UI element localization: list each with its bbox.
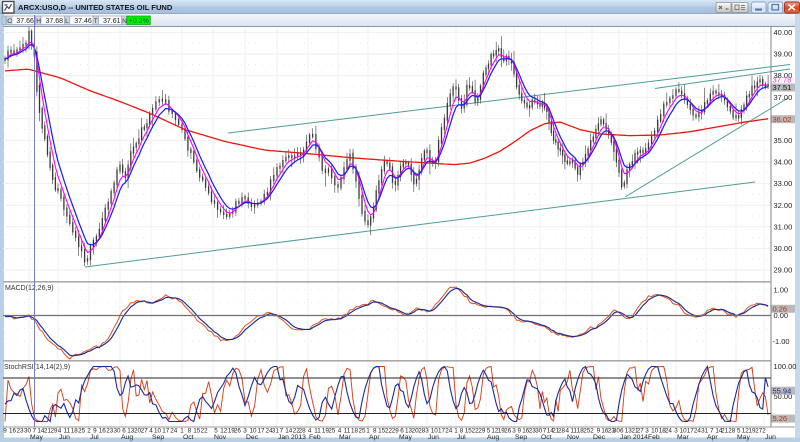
svg-text:Oct: Oct [541, 434, 552, 441]
svg-text:18: 18 [351, 428, 359, 435]
svg-text:May: May [737, 434, 750, 441]
svg-text:34.00: 34.00 [774, 158, 793, 167]
svg-text:May: May [30, 434, 43, 441]
svg-text:29: 29 [478, 428, 486, 435]
svg-text:30: 30 [113, 428, 121, 435]
svg-text:36.02: 36.02 [773, 115, 792, 124]
svg-text:Aug: Aug [487, 434, 499, 441]
svg-text:55.94: 55.94 [773, 386, 792, 395]
svg-text:-1.00: -1.00 [773, 337, 790, 346]
svg-text:23: 23 [16, 428, 24, 435]
svg-text:25: 25 [78, 428, 86, 435]
svg-text:Nov: Nov [567, 434, 580, 441]
svg-text:31.00: 31.00 [774, 222, 793, 231]
svg-text:T: T [94, 18, 98, 25]
svg-text:Jan 2014: Jan 2014 [620, 434, 648, 441]
svg-text:26: 26 [234, 428, 242, 435]
svg-text:O: O [7, 18, 12, 25]
svg-text:MACD(12,26,9): MACD(12,26,9) [5, 285, 54, 292]
svg-text:26: 26 [504, 428, 512, 435]
svg-text:37.68: 37.68 [45, 18, 63, 25]
svg-text:Jun: Jun [765, 434, 776, 441]
svg-text:39.00: 39.00 [774, 50, 793, 59]
svg-text:Sep: Sep [515, 434, 527, 441]
svg-text:Jan 2013: Jan 2013 [278, 434, 306, 441]
svg-text:0.26: 0.26 [773, 304, 788, 313]
svg-text:1.00: 1.00 [774, 285, 789, 294]
svg-text:Dec: Dec [593, 434, 606, 441]
svg-text:28: 28 [728, 428, 736, 435]
svg-text:28: 28 [558, 428, 566, 435]
svg-text:May: May [399, 434, 412, 441]
svg-text:17: 17 [257, 428, 265, 435]
svg-text:Jun: Jun [428, 434, 439, 441]
svg-text:5.26: 5.26 [773, 414, 788, 423]
svg-text:StochRSI(14,14(2),9): StochRSI(14,14(2),9) [4, 364, 70, 371]
svg-text:Apr: Apr [369, 434, 380, 441]
svg-text:Jul: Jul [90, 434, 99, 441]
svg-text:29.00: 29.00 [774, 266, 793, 275]
svg-text:37.66: 37.66 [16, 18, 34, 25]
svg-text:37.51: 37.51 [773, 83, 792, 92]
svg-text:18: 18 [71, 428, 79, 435]
svg-text:24: 24 [665, 428, 673, 435]
svg-text:40.00: 40.00 [774, 28, 793, 37]
svg-text:35.00: 35.00 [774, 136, 793, 145]
svg-text:Mar: Mar [339, 434, 351, 441]
svg-text:Apr: Apr [707, 434, 718, 441]
svg-text:Sep: Sep [152, 434, 164, 441]
svg-text:Nov: Nov [214, 434, 227, 441]
svg-text:Feb: Feb [309, 434, 321, 441]
svg-text:33.00: 33.00 [774, 179, 793, 188]
svg-text:9: 9 [3, 428, 7, 435]
svg-text:100.00: 100.00 [774, 362, 797, 371]
svg-text:25: 25 [358, 428, 366, 435]
svg-text:16: 16 [9, 428, 17, 435]
svg-text:32.00: 32.00 [774, 201, 793, 210]
svg-text:22: 22 [201, 428, 209, 435]
svg-text:N: N [122, 18, 127, 25]
svg-text:Mar: Mar [677, 434, 689, 441]
svg-text:37.00: 37.00 [774, 93, 793, 102]
svg-text:Feb: Feb [648, 434, 660, 441]
svg-text:37.46: 37.46 [74, 18, 92, 25]
svg-text:16: 16 [99, 428, 107, 435]
svg-text:24: 24 [170, 428, 178, 435]
svg-text:25: 25 [328, 428, 336, 435]
svg-text:ARCX:USO,D -- UNITED STATES OI: ARCX:USO,D -- UNITED STATES OIL FUND [18, 3, 173, 12]
svg-text:37.61: 37.61 [103, 18, 121, 25]
svg-text:L: L [65, 18, 69, 25]
svg-text:+0.2%: +0.2% [129, 18, 149, 25]
svg-text:Aug: Aug [121, 434, 133, 441]
svg-text:Oct: Oct [183, 434, 194, 441]
svg-text:Jun: Jun [59, 434, 70, 441]
svg-text:Dec: Dec [246, 434, 259, 441]
svg-text:30.00: 30.00 [774, 244, 793, 253]
svg-text:27: 27 [141, 428, 149, 435]
svg-text:H: H [36, 18, 41, 25]
svg-text:Jul: Jul [457, 434, 466, 441]
svg-text:24: 24 [445, 428, 453, 435]
